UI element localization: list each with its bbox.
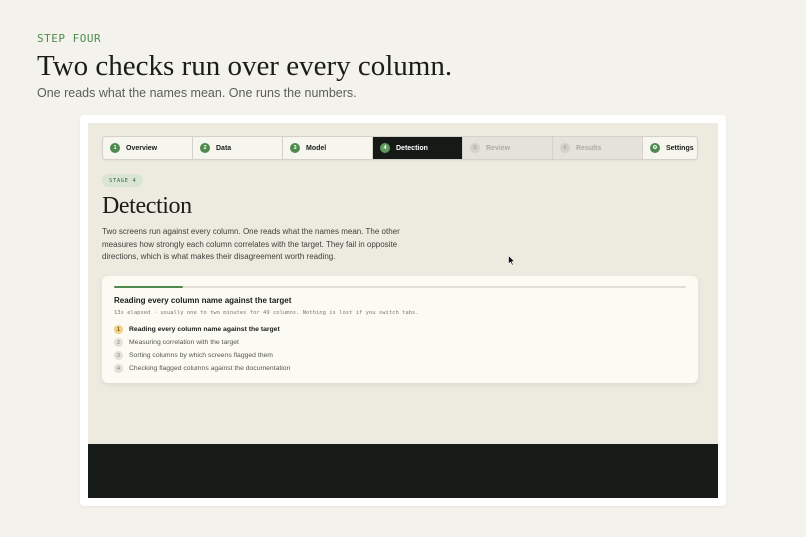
step-number-badge: 3 [290, 143, 300, 153]
step-label: Settings [666, 144, 694, 152]
stage-stepper: 1 Overview 2 Data 3 Model 4 Detection 5 … [102, 136, 698, 160]
task-item: 4 Checking flagged columns against the d… [114, 362, 290, 375]
gear-icon: ⚙ [650, 143, 660, 153]
task-item: 2 Measuring correlation with the target [114, 336, 290, 349]
task-label: Measuring correlation with the target [129, 339, 239, 346]
task-number-badge: 2 [114, 338, 123, 347]
app-screenshot-frame: 1 Overview 2 Data 3 Model 4 Detection 5 … [80, 115, 726, 506]
hero-subtitle: One reads what the names mean. One runs … [37, 86, 357, 100]
step-number-badge: 1 [110, 143, 120, 153]
task-item: 1 Reading every column name against the … [114, 323, 290, 336]
step-number-badge: 4 [380, 143, 390, 153]
step-overview[interactable]: 1 Overview [103, 137, 193, 159]
step-number-badge: 2 [200, 143, 210, 153]
eyebrow-label: STEP FOUR [37, 32, 102, 45]
app-footer-band [88, 444, 718, 498]
step-settings[interactable]: ⚙ Settings [643, 137, 697, 159]
step-results: 6 Results [553, 137, 643, 159]
app-window: 1 Overview 2 Data 3 Model 4 Detection 5 … [88, 123, 718, 498]
hero-title: Two checks run over every column. [37, 50, 453, 82]
step-label: Results [576, 144, 602, 152]
progress-bar-fill [114, 286, 183, 288]
step-number-badge: 5 [470, 143, 480, 153]
step-detection[interactable]: 4 Detection [373, 137, 463, 159]
task-label: Sorting columns by which screens flagged… [129, 352, 273, 359]
progress-meta: 13s elapsed · usually one to two minutes… [114, 310, 419, 316]
step-number-badge: 6 [560, 143, 570, 153]
stage-description: Two screens run against every column. On… [102, 227, 400, 261]
task-number-badge: 4 [114, 364, 123, 373]
step-label: Data [216, 144, 232, 152]
task-label: Checking flagged columns against the doc… [129, 365, 291, 372]
step-label: Detection [396, 144, 428, 152]
step-model[interactable]: 3 Model [283, 137, 373, 159]
task-item: 3 Sorting columns by which screens flagg… [114, 349, 290, 362]
step-data[interactable]: 2 Data [193, 137, 283, 159]
task-list: 1 Reading every column name against the … [114, 323, 290, 375]
step-review: 5 Review [463, 137, 553, 159]
task-number-badge: 1 [114, 325, 123, 334]
task-number-badge: 3 [114, 351, 123, 360]
step-label: Model [306, 144, 327, 152]
detection-progress-card: Reading every column name against the ta… [102, 276, 698, 383]
mouse-cursor-icon [508, 255, 516, 266]
stage-badge: STAGE 4 [102, 174, 144, 187]
step-label: Overview [126, 144, 158, 152]
progress-bar [114, 286, 686, 288]
step-label: Review [486, 144, 511, 152]
progress-title: Reading every column name against the ta… [114, 296, 292, 305]
task-label: Reading every column name against the ta… [129, 326, 280, 333]
stage-title: Detection [102, 193, 192, 219]
